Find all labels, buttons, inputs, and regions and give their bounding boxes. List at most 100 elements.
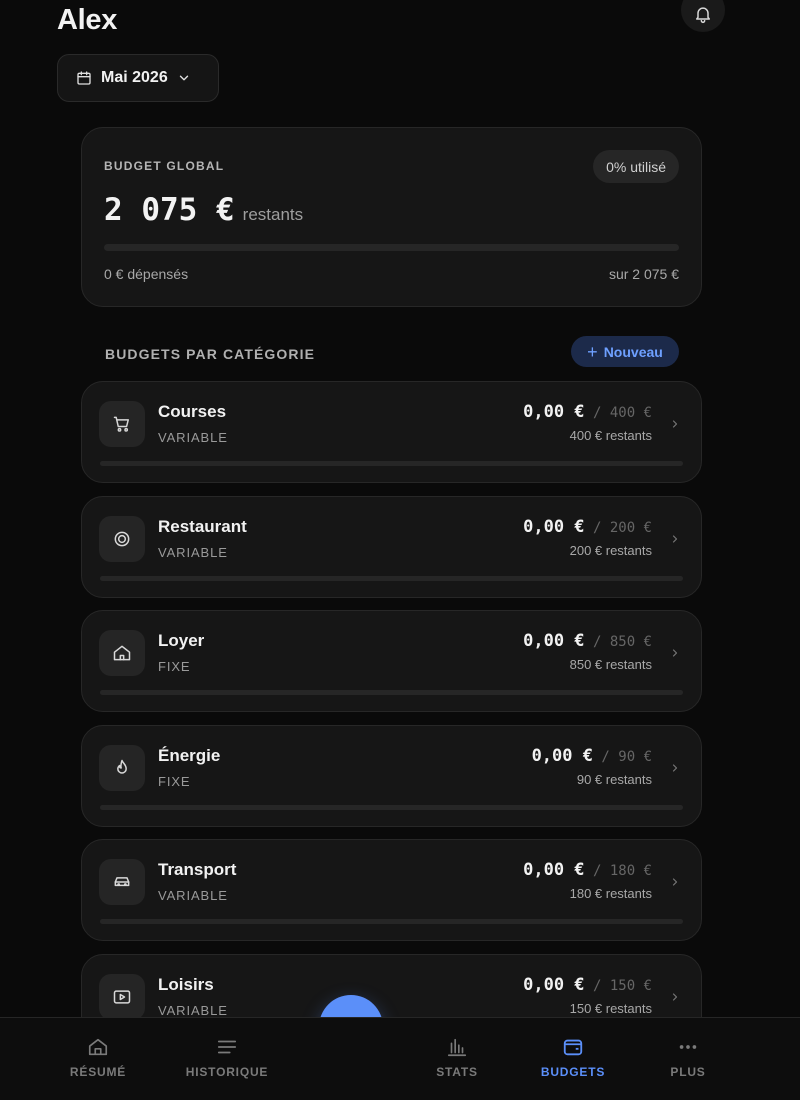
category-name: Énergie: [158, 745, 221, 765]
category-name: Loyer: [158, 631, 205, 651]
category-remaining: 90 € restants: [576, 771, 652, 787]
category-card[interactable]: Énergie FIXE 0,00 € / 90 € 90 € restants: [81, 724, 702, 827]
category-amounts: 0,00 € / 180 € 180 € restants: [523, 860, 652, 901]
chevron-down-icon: [179, 75, 188, 81]
category-progress-bar: [100, 690, 683, 696]
category-amounts: 0,00 € / 150 € 150 € restants: [523, 975, 652, 1016]
category-remaining: 200 € restants: [569, 542, 652, 558]
month-selector[interactable]: Mai 2026: [57, 54, 219, 102]
play-icon: [113, 990, 131, 1004]
category-card[interactable]: Transport VARIABLE 0,00 € / 180 € 180 € …: [81, 839, 702, 942]
global-total: sur 2 075 €: [608, 266, 679, 282]
category-progress-bar: [100, 461, 683, 466]
category-amounts: 0,00 € / 90 € 90 € restants: [532, 746, 652, 787]
category-limit: 400 €: [609, 405, 652, 421]
category-icon-box: [99, 974, 145, 1020]
category-type: VARIABLE: [158, 430, 228, 445]
amount-separator: /: [592, 748, 619, 765]
plus-icon: +: [587, 341, 598, 362]
category-remaining: 400 € restants: [569, 428, 652, 443]
home-icon: [88, 1038, 108, 1056]
category-limit: 150 €: [609, 978, 652, 994]
category-spent: 0,00 €: [523, 975, 585, 995]
new-budget-label: Nouveau: [603, 343, 663, 360]
nav-item-historique[interactable]: HISTORIQUE: [172, 1018, 282, 1100]
chevron-right-icon: [672, 649, 678, 657]
nav-item-budgets[interactable]: BUDGETS: [518, 1018, 628, 1100]
target-icon: [114, 531, 130, 547]
wallet-icon: [563, 1039, 583, 1056]
category-icon-box: [99, 515, 145, 562]
nav-item-resume[interactable]: RÉSUMÉ: [43, 1018, 153, 1100]
usage-badge: 0% utilisé: [593, 150, 679, 183]
nav-label: BUDGETS: [540, 1065, 606, 1079]
global-remaining: 2 075 € restants: [104, 192, 303, 228]
amount-separator: /: [584, 519, 610, 536]
calendar-icon: [77, 71, 91, 85]
category-spent: 0,00 €: [523, 402, 585, 422]
category-name: Courses: [158, 402, 227, 421]
category-type: VARIABLE: [158, 888, 228, 904]
nav-item-plus[interactable]: PLUS: [633, 1018, 743, 1100]
notifications-button[interactable]: [681, 0, 725, 32]
home-icon: [113, 645, 131, 661]
nav-item-stats[interactable]: STATS: [402, 1018, 512, 1100]
bottom-navigation: RÉSUMÉ HISTORIQUE STATS BUDGETS PLUS: [0, 1017, 800, 1100]
chevron-right-icon: [672, 534, 678, 543]
category-amounts: 0,00 € / 400 € 400 € restants: [523, 402, 652, 443]
category-remaining: 180 € restants: [569, 886, 652, 902]
global-progress-bar: [104, 244, 679, 251]
category-spent: 0,00 €: [531, 745, 593, 766]
category-remaining: 150 € restants: [569, 1001, 652, 1016]
category-card[interactable]: Restaurant VARIABLE 0,00 € / 200 € 200 €…: [81, 495, 702, 598]
categories-section-title: BUDGETS PAR CATÉGORIE: [105, 346, 316, 362]
category-icon-box: [99, 630, 145, 677]
category-remaining: 850 € restants: [569, 657, 652, 673]
category-spent: 0,00 €: [523, 516, 585, 537]
global-budget-card[interactable]: BUDGET GLOBAL 0% utilisé 2 075 € restant…: [81, 127, 702, 307]
global-spent: 0 € dépensés: [104, 266, 189, 282]
category-limit: 90 €: [618, 748, 652, 765]
category-icon-box: [99, 744, 145, 791]
category-progress-bar: [100, 575, 683, 581]
bar-chart-icon: [447, 1038, 467, 1057]
chevron-right-icon: [672, 993, 678, 1001]
category-progress-bar: [100, 804, 683, 810]
user-name-title: Alex: [57, 4, 118, 36]
chevron-right-icon: [672, 764, 678, 772]
amount-separator: /: [584, 405, 610, 421]
cart-icon: [113, 416, 129, 432]
category-card[interactable]: Courses VARIABLE 0,00 € / 400 € 400 € re…: [81, 381, 702, 483]
chevron-right-icon: [672, 878, 678, 886]
budgets-screen: Alex Mai 2026 BUDGET GLOBAL 0% utilisé 2…: [0, 0, 800, 1100]
category-name: Loisirs: [158, 975, 214, 994]
amount-separator: /: [584, 863, 610, 880]
list-icon: [217, 1040, 237, 1054]
category-card[interactable]: Loyer FIXE 0,00 € / 850 € 850 € restants: [81, 610, 702, 713]
category-type: VARIABLE: [158, 1003, 228, 1018]
category-type: VARIABLE: [158, 544, 228, 560]
chevron-right-icon: [672, 420, 678, 428]
amount-separator: /: [584, 978, 610, 994]
category-icon-box: [99, 859, 145, 906]
new-budget-button[interactable]: + Nouveau: [571, 336, 679, 367]
category-type: FIXE: [158, 773, 191, 789]
month-label: Mai 2026: [101, 69, 168, 86]
category-limit: 850 €: [609, 634, 652, 651]
global-budget-label: BUDGET GLOBAL: [104, 159, 225, 173]
category-amounts: 0,00 € / 850 € 850 € restants: [523, 631, 652, 672]
more-icon: [679, 1045, 697, 1049]
bell-icon: [696, 7, 710, 24]
nav-label: STATS: [436, 1065, 478, 1079]
car-icon: [114, 877, 130, 887]
category-spent: 0,00 €: [523, 631, 585, 652]
category-type: FIXE: [158, 659, 191, 675]
global-remaining-amount: 2 075 €: [104, 192, 235, 228]
category-amounts: 0,00 € / 200 € 200 € restants: [523, 517, 652, 558]
global-remaining-suffix: restants: [242, 205, 304, 224]
category-spent: 0,00 €: [523, 860, 585, 881]
category-limit: 200 €: [609, 519, 652, 536]
flame-icon: [117, 759, 127, 774]
amount-separator: /: [584, 634, 610, 651]
nav-label: PLUS: [670, 1065, 706, 1079]
